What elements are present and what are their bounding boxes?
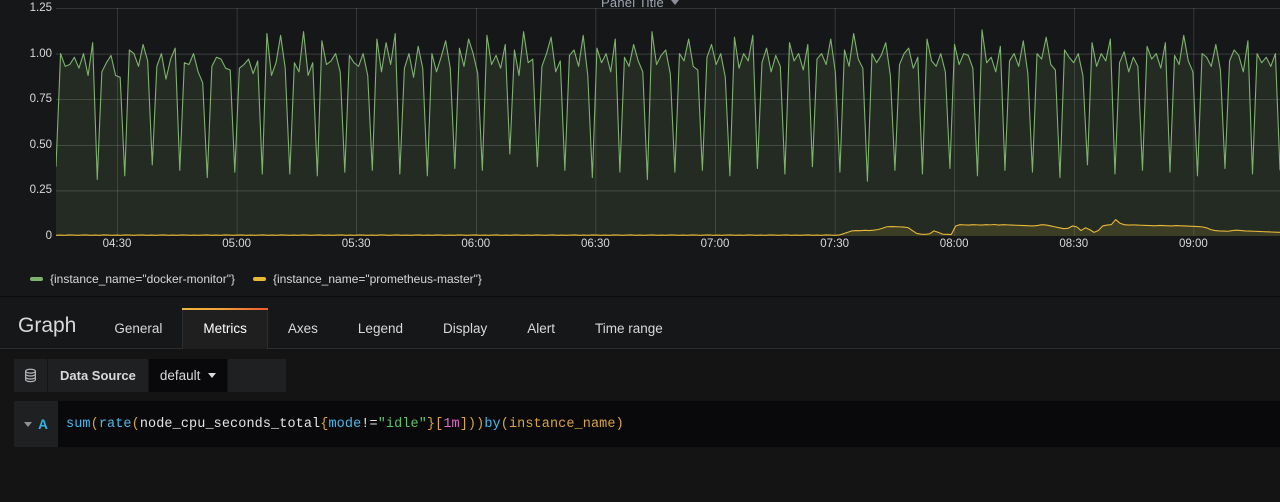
database-icon-svg: [25, 368, 36, 382]
query-token: node_cpu_seconds_total: [139, 416, 321, 432]
query-token: 1m: [443, 416, 460, 432]
x-axis-tick-label: 06:00: [461, 238, 491, 250]
query-token: by: [484, 416, 501, 432]
tab-metrics[interactable]: Metrics: [182, 307, 268, 349]
query-token: instance_name: [508, 416, 616, 432]
query-token: ): [615, 416, 624, 432]
chevron-down-icon[interactable]: [24, 421, 33, 427]
y-axis: 0 0.25 0.50 0.75 1.00 1.25: [0, 2, 52, 242]
plot-canvas[interactable]: [56, 8, 1280, 236]
query-token: (: [90, 416, 99, 432]
query-token: ]: [459, 416, 468, 432]
x-axis-tick-label: 09:00: [1179, 238, 1208, 250]
tab-alert[interactable]: Alert: [507, 320, 575, 349]
tab-label: Legend: [357, 320, 403, 336]
query-token: (: [500, 416, 509, 432]
query-token: [: [435, 416, 444, 432]
tab-legend[interactable]: Legend: [338, 320, 423, 349]
legend-item[interactable]: {instance_name="prometheus-master"}: [252, 272, 482, 286]
graph-panel: Panel Title 0 0.25 0.50 0.75 1.00 1.25 04:30 0…: [0, 0, 1280, 297]
graph-legend: {instance_name="docker-monitor"} {instanc…: [0, 266, 1280, 292]
datasource-label: Data Source: [48, 358, 149, 392]
tab-general[interactable]: General: [94, 320, 182, 349]
x-axis-tick-label: 05:00: [222, 238, 251, 250]
legend-color-swatch: [252, 277, 266, 281]
x-axis-tick-label: 04:30: [102, 238, 132, 250]
x-axis-tick-label: 07:00: [700, 238, 730, 250]
tab-label: General: [114, 320, 163, 336]
plot-svg: [56, 8, 1280, 236]
x-axis-tick-label: 08:00: [939, 238, 969, 250]
query-token: sum: [66, 416, 91, 432]
tab-axes[interactable]: Axes: [268, 320, 338, 349]
tab-label: Display: [442, 320, 488, 336]
chevron-down-icon[interactable]: [670, 0, 679, 5]
legend-color-swatch: [30, 277, 43, 281]
query-token: }: [426, 416, 436, 432]
datasource-row-filler: [228, 358, 287, 392]
y-axis-tick-label: 1.00: [29, 47, 52, 60]
query-token: (: [131, 416, 140, 432]
editor-tab-bar: Graph General Metrics Axes Legend Display Ale…: [0, 297, 1280, 349]
query-token: !=: [361, 416, 378, 432]
query-token: ): [467, 416, 477, 432]
tab-label: Time range: [595, 320, 663, 336]
query-token: mode: [328, 416, 362, 432]
datasource-selected-value: default: [159, 367, 201, 383]
tab-display[interactable]: Display: [423, 320, 507, 349]
datasource-select[interactable]: default: [148, 358, 229, 392]
x-axis: 04:30 05:00 05:30 06:00 06:30 07:00 07:30 08:00…: [56, 238, 1280, 258]
chevron-down-icon: [208, 372, 217, 378]
y-axis-tick-label: 0.25: [29, 184, 52, 197]
x-axis-tick-label: 07:30: [820, 238, 849, 250]
x-axis-tick-label: 05:30: [341, 238, 371, 250]
y-axis-tick-label: 0.50: [29, 138, 52, 151]
datasource-row: Data Source default: [0, 349, 1280, 401]
y-axis-tick-label: 1.25: [29, 2, 52, 14]
tab-label: Axes: [287, 320, 318, 336]
tab-label: Alert: [527, 320, 556, 336]
database-icon: [14, 358, 48, 392]
query-ref-id: A: [38, 416, 48, 432]
y-axis-tick-label: 0.75: [29, 93, 52, 106]
query-token: {: [320, 416, 329, 432]
query-ref-toggle[interactable]: A: [14, 401, 58, 447]
y-axis-tick-label: 0: [45, 230, 52, 242]
x-axis-tick-label: 06:30: [581, 238, 610, 250]
tab-time-range[interactable]: Time range: [575, 320, 683, 349]
datasource-group: Data Source default: [14, 358, 287, 392]
legend-series-label: {instance_name="docker-monitor"}: [50, 272, 235, 286]
editor-heading: Graph: [18, 314, 77, 337]
graph-area: 0 0.25 0.50 0.75 1.00 1.25 04:30 05:00 05:30 06:…: [0, 2, 1280, 266]
panel-editor: Graph General Metrics Axes Legend Display Ale…: [0, 297, 1280, 502]
query-list: A sum(rate(node_cpu_seconds_total{mode !=…: [0, 401, 1280, 502]
x-axis-tick-label: 08:30: [1059, 238, 1089, 250]
query-token: "idle": [377, 416, 427, 432]
legend-series-label: {instance_name="prometheus-master"}: [272, 272, 482, 286]
legend-item[interactable]: {instance_name="docker-monitor"}: [30, 272, 235, 286]
tab-label: Metrics: [203, 320, 247, 336]
query-token: ): [476, 416, 485, 432]
query-token: rate: [98, 416, 132, 432]
query-expression-input[interactable]: sum(rate(node_cpu_seconds_total{mode != "i…: [58, 401, 1280, 447]
query-row-a: A sum(rate(node_cpu_seconds_total{mode !=…: [14, 401, 1280, 447]
